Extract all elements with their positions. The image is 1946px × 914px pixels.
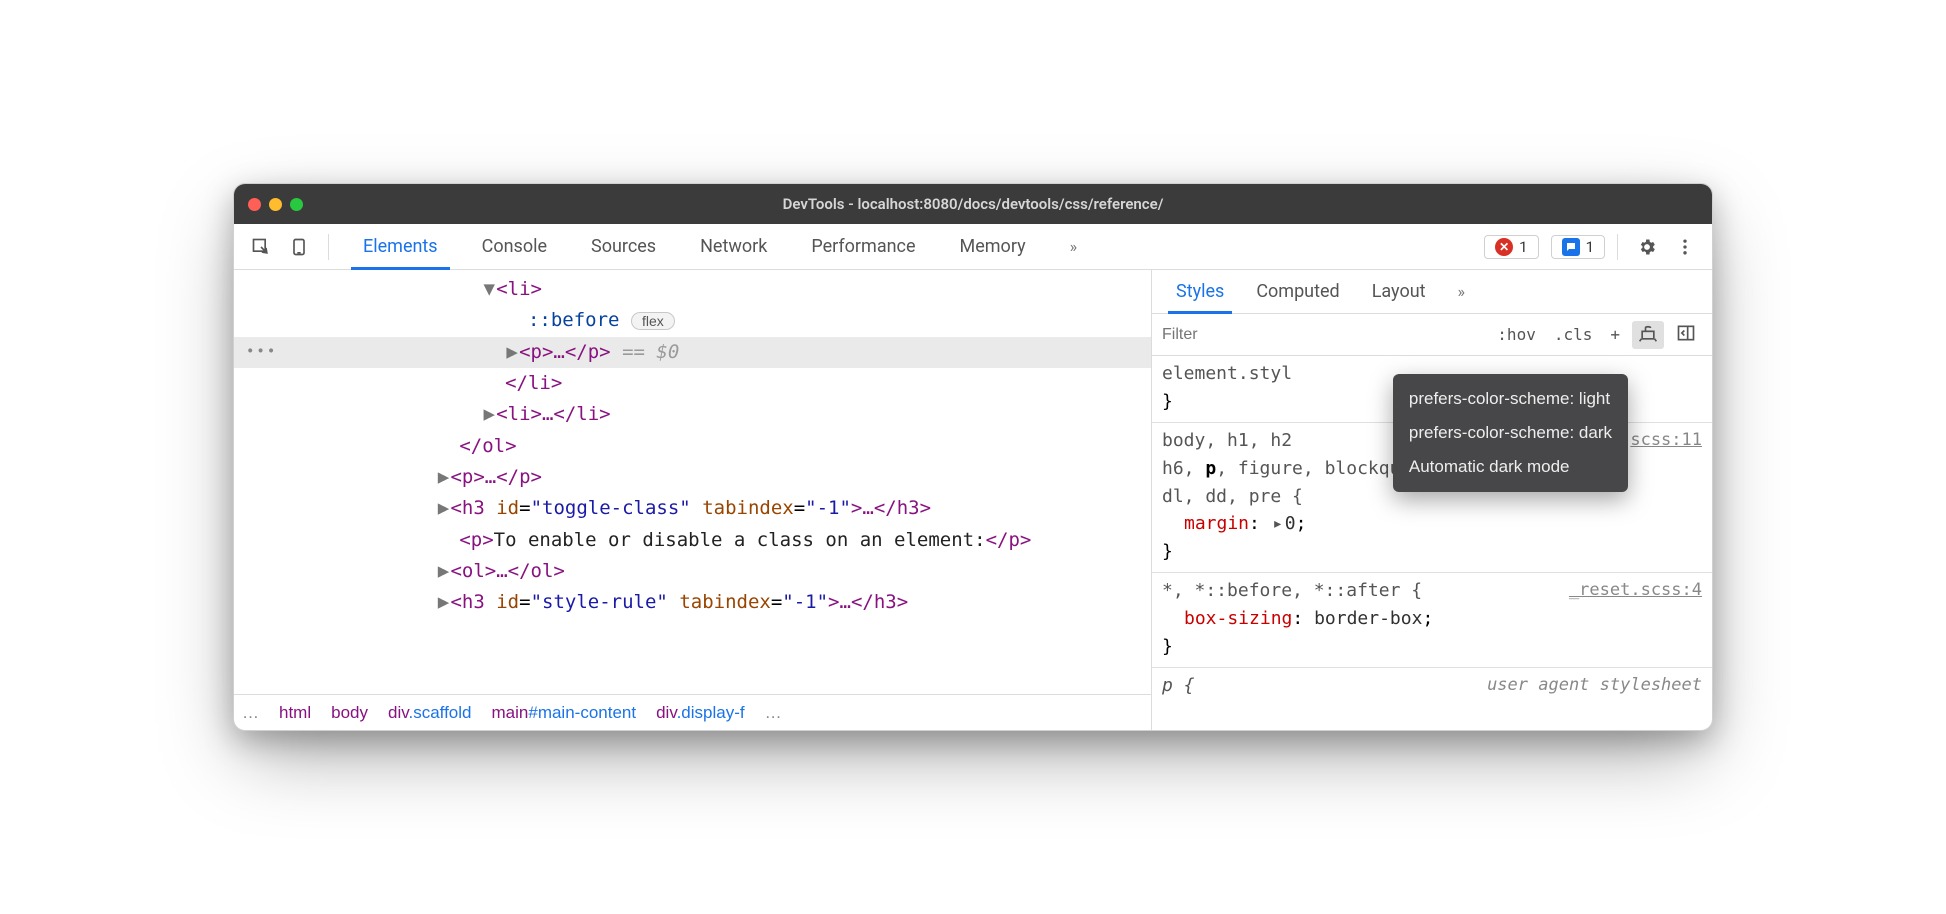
flex-badge[interactable]: flex xyxy=(631,312,675,330)
styles-filter-input[interactable] xyxy=(1162,326,1369,344)
computed-sidebar-toggle-icon[interactable] xyxy=(1670,321,1702,349)
style-rule[interactable]: user agent stylesheetp { xyxy=(1152,668,1712,706)
dom-row[interactable]: ▶<p>…</p> xyxy=(234,462,1151,493)
error-count: 1 xyxy=(1519,238,1527,256)
issues-count: 1 xyxy=(1586,238,1594,256)
subtabs-overflow-icon[interactable]: » xyxy=(1442,270,1482,313)
traffic-lights xyxy=(234,198,303,211)
sidebar-tabs: Styles Computed Layout » xyxy=(1152,270,1712,314)
dom-row[interactable]: ▶<h3 id="style-rule" tabindex="-1">…</h3… xyxy=(234,587,1151,618)
error-icon: ✕ xyxy=(1495,238,1513,256)
settings-gear-icon[interactable] xyxy=(1630,230,1664,264)
source-link[interactable]: _reset.scss:4 xyxy=(1569,577,1702,603)
subtab-layout[interactable]: Layout xyxy=(1356,270,1442,313)
main-area: ▼<li> ::before flex ▶<p>…</p> == $0 </li… xyxy=(234,270,1712,730)
tab-console[interactable]: Console xyxy=(460,224,569,269)
styles-filter-bar: :hov .cls + xyxy=(1152,314,1712,356)
breadcrumb[interactable]: … html body div.scaffold main#main-conte… xyxy=(234,694,1151,730)
issues-count-badge[interactable]: 1 xyxy=(1551,235,1605,259)
tab-sources[interactable]: Sources xyxy=(569,224,678,269)
popover-item[interactable]: prefers-color-scheme: dark xyxy=(1409,416,1612,450)
dom-tree[interactable]: ▼<li> ::before flex ▶<p>…</p> == $0 </li… xyxy=(234,270,1151,694)
popover-item[interactable]: Automatic dark mode xyxy=(1409,450,1612,484)
tab-memory[interactable]: Memory xyxy=(938,224,1048,269)
tab-network[interactable]: Network xyxy=(678,224,789,269)
devtools-window: DevTools - localhost:8080/docs/devtools/… xyxy=(233,183,1713,731)
separator xyxy=(328,234,329,260)
kebab-menu-icon[interactable] xyxy=(1668,230,1702,264)
dom-row[interactable]: ▼<li> xyxy=(234,274,1151,305)
dom-row[interactable]: <p>To enable or disable a class on an el… xyxy=(234,525,1151,556)
crumb-div-display[interactable]: div.display-f xyxy=(656,703,745,723)
cls-toggle[interactable]: .cls xyxy=(1548,323,1599,346)
dom-row[interactable]: ::before flex xyxy=(234,305,1151,336)
dom-row[interactable]: ▶<li>…</li> xyxy=(234,399,1151,430)
dom-row[interactable]: ▶<h3 id="toggle-class" tabindex="-1">…</… xyxy=(234,493,1151,524)
source-link: user agent stylesheet xyxy=(1487,672,1702,698)
crumb-div-scaffold[interactable]: div.scaffold xyxy=(388,703,472,723)
dom-row[interactable]: ▶<ol>…</ol> xyxy=(234,556,1151,587)
styles-panel: Styles Computed Layout » :hov .cls + xyxy=(1152,270,1712,730)
crumb-main[interactable]: main#main-content xyxy=(492,703,637,723)
issues-icon xyxy=(1562,238,1580,256)
window-minimize-button[interactable] xyxy=(269,198,282,211)
crumb-body[interactable]: body xyxy=(331,703,368,723)
dom-row[interactable]: </li> xyxy=(234,368,1151,399)
window-close-button[interactable] xyxy=(248,198,261,211)
subtab-computed[interactable]: Computed xyxy=(1240,270,1355,313)
window-title: DevTools - localhost:8080/docs/devtools/… xyxy=(234,195,1712,213)
dom-row[interactable]: </ol> xyxy=(234,431,1151,462)
dom-row-selected[interactable]: ▶<p>…</p> == $0 xyxy=(234,337,1151,368)
rendering-emulations-icon[interactable] xyxy=(1632,321,1664,349)
tabs-overflow-icon[interactable]: » xyxy=(1048,224,1100,269)
popover-item[interactable]: prefers-color-scheme: light xyxy=(1409,382,1612,416)
subtab-styles[interactable]: Styles xyxy=(1160,270,1240,313)
crumb-overflow-left[interactable]: … xyxy=(242,703,259,723)
titlebar: DevTools - localhost:8080/docs/devtools/… xyxy=(234,184,1712,224)
tab-performance[interactable]: Performance xyxy=(789,224,937,269)
separator xyxy=(1617,234,1618,260)
panel-tabs: Elements Console Sources Network Perform… xyxy=(341,224,1099,269)
crumb-html[interactable]: html xyxy=(279,703,311,723)
inspect-element-icon[interactable] xyxy=(244,230,278,264)
new-style-rule-button[interactable]: + xyxy=(1604,323,1626,346)
window-zoom-button[interactable] xyxy=(290,198,303,211)
style-rule[interactable]: _reset.scss:4*, *::before, *::after { bo… xyxy=(1152,573,1712,668)
device-toggle-icon[interactable] xyxy=(282,230,316,264)
tab-elements[interactable]: Elements xyxy=(341,224,460,269)
main-toolbar: Elements Console Sources Network Perform… xyxy=(234,224,1712,270)
elements-panel: ▼<li> ::before flex ▶<p>…</p> == $0 </li… xyxy=(234,270,1152,730)
rendering-emulations-popover: prefers-color-scheme: light prefers-colo… xyxy=(1393,374,1628,492)
source-link[interactable]: scss:11 xyxy=(1630,427,1702,453)
hov-toggle[interactable]: :hov xyxy=(1491,323,1542,346)
error-count-badge[interactable]: ✕ 1 xyxy=(1484,235,1538,259)
crumb-overflow-right[interactable]: … xyxy=(765,703,782,723)
